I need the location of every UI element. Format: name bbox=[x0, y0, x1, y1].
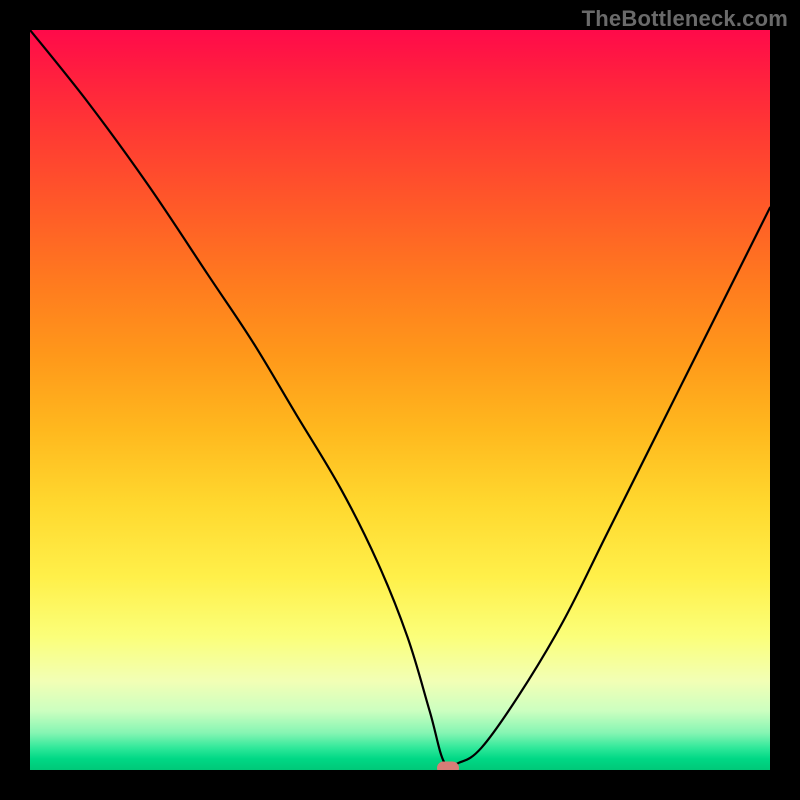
chart-frame: TheBottleneck.com bbox=[0, 0, 800, 800]
curve-path bbox=[30, 30, 770, 767]
watermark-text: TheBottleneck.com bbox=[582, 6, 788, 32]
optimal-point-marker bbox=[437, 761, 459, 770]
plot-area bbox=[30, 30, 770, 770]
bottleneck-curve bbox=[30, 30, 770, 770]
